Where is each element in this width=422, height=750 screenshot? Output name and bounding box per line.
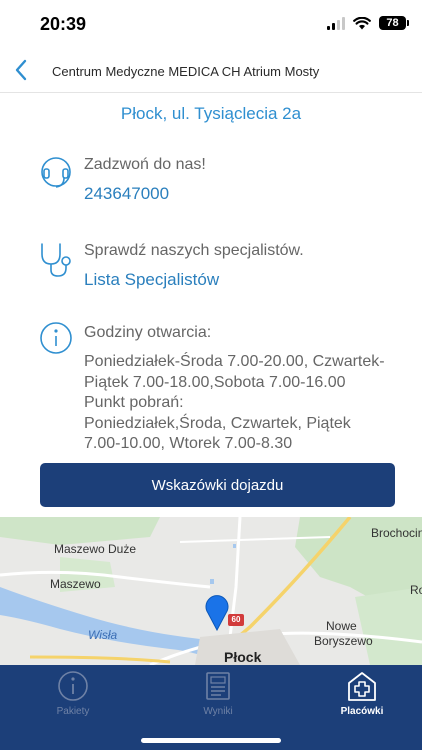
stethoscope-icon xyxy=(41,243,71,277)
tab-placowki[interactable]: Placówki xyxy=(312,669,412,721)
status-time: 20:39 xyxy=(40,14,87,34)
tab-label: Pakiety xyxy=(56,706,90,717)
map-label-wisla: Wisła xyxy=(88,628,118,642)
document-icon xyxy=(206,672,230,700)
opening-hours-text: Poniedziałek-Środa 7.00-20.00, Czwartek-… xyxy=(84,353,385,452)
directions-button[interactable]: Wskazówki dojazdu xyxy=(40,463,395,507)
tab-label: Wyniki xyxy=(203,706,233,717)
map-label-maszewo: Maszewo xyxy=(50,577,101,591)
map-label-maszewo-duze: Maszewo Duże xyxy=(54,542,137,556)
clinic-address: Płock, ul. Tysiąclecia 2a xyxy=(120,104,302,123)
map-label-ro: Ro xyxy=(410,583,422,597)
opening-hours-scroll[interactable]: Poniedziałek-Środa 7.00-20.00, Czwartek-… xyxy=(0,352,422,460)
opening-hours-label: Godziny otwarcia: xyxy=(84,324,212,341)
map-label-nowe: Nowe xyxy=(326,619,357,633)
specialists-label: Sprawdź naszych specjalistów. xyxy=(84,242,304,259)
map-label-boryszewo: Boryszewo xyxy=(314,634,373,648)
battery-icon: 78 xyxy=(379,16,409,30)
call-section: Zadzwoń do nas! 243647000 xyxy=(36,154,416,204)
map-label-plock: Płock xyxy=(224,649,262,665)
navigation-bar: Centrum Medyczne MEDICA CH Atrium Mosty xyxy=(0,48,422,93)
opening-hours-header: Godziny otwarcia: xyxy=(84,322,414,344)
phone-number-link[interactable]: 243647000 xyxy=(84,182,414,206)
back-button[interactable] xyxy=(8,56,34,84)
clinic-plus-icon xyxy=(348,672,376,701)
cellular-signal-icon xyxy=(327,16,345,30)
specialists-list-link[interactable]: Lista Specjalistów xyxy=(84,268,414,292)
wifi-icon xyxy=(353,16,371,29)
chevron-left-icon xyxy=(15,59,27,81)
location-pin-icon[interactable] xyxy=(204,593,230,631)
page-title: Centrum Medyczne MEDICA CH Atrium Mosty xyxy=(52,64,320,79)
info-circle-icon xyxy=(58,671,88,701)
status-icons: 78 xyxy=(327,16,409,30)
status-bar: 20:39 78 xyxy=(0,0,422,48)
tab-wyniki[interactable]: Wyniki xyxy=(168,669,268,721)
headset-icon xyxy=(41,157,71,188)
specialists-body: Sprawdź naszych specjalistów. Lista Spec… xyxy=(84,240,414,292)
map-view[interactable]: Maszewo Duże Maszewo Wisła Płock Nowe Bo… xyxy=(0,517,422,665)
call-label: Zadzwoń do nas! xyxy=(84,156,206,173)
specialists-section: Sprawdź naszych specjalistów. Lista Spec… xyxy=(36,240,416,290)
tab-label: Placówki xyxy=(340,706,384,717)
map-label-brochocin: Brochocin xyxy=(371,526,422,540)
route-number-badge: 60 xyxy=(228,614,244,626)
home-indicator[interactable] xyxy=(141,738,281,743)
call-body: Zadzwoń do nas! 243647000 xyxy=(84,154,414,206)
tab-pakiety[interactable]: Pakiety xyxy=(23,669,123,721)
